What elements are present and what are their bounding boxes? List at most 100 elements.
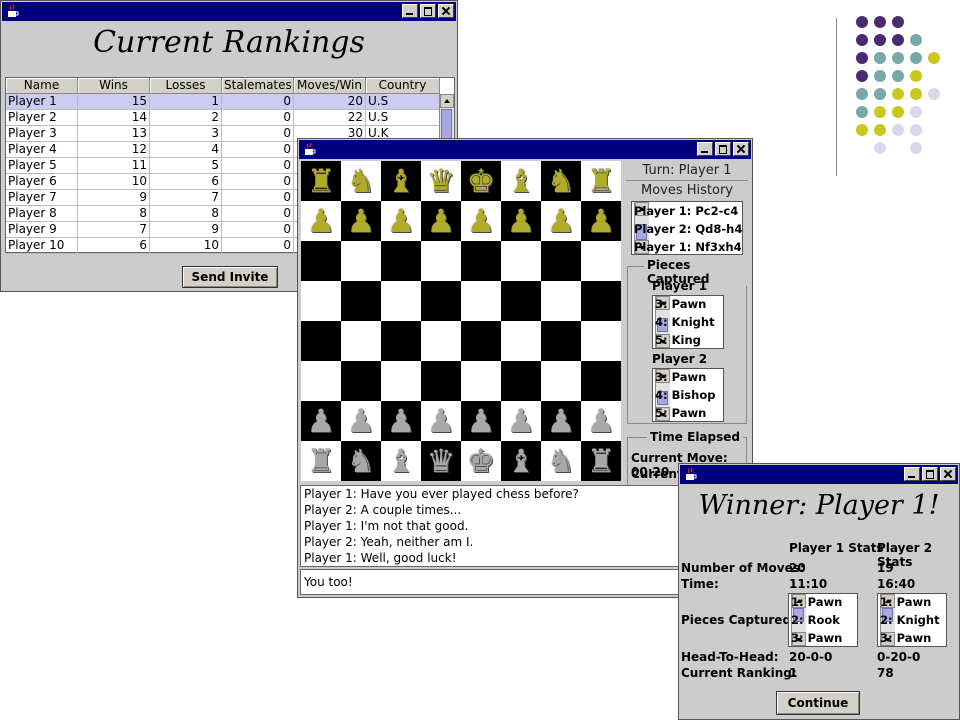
chess-board[interactable]: ♜ ♞ ♝ ♛ ♚ ♝ ♞ ♜ ♟ ♟ ♟ ♟ ♟ ♟ ♟ ♟ ♟ ♟ ♟ ♟ ♟ ♟ ♟ ♟ ♜ ♞ ♝ ♛ ♚ ♝ ♞ ♜ — [301, 161, 621, 481]
board-square[interactable] — [501, 361, 541, 401]
chess-piece-icon[interactable]: ♟ — [587, 401, 616, 441]
board-square[interactable]: ♞ — [541, 161, 581, 201]
list-item[interactable]: 1: Pawn — [791, 595, 842, 609]
board-square[interactable]: ♟ — [421, 201, 461, 241]
board-square[interactable] — [421, 321, 461, 361]
board-square[interactable]: ♟ — [461, 401, 501, 441]
list-item[interactable]: 4: Knight — [655, 315, 715, 329]
board-square[interactable]: ♛ — [421, 441, 461, 481]
board-square[interactable] — [541, 321, 581, 361]
board-square[interactable]: ♞ — [341, 161, 381, 201]
board-square[interactable] — [381, 241, 421, 281]
board-square[interactable] — [301, 321, 341, 361]
chess-piece-icon[interactable]: ♟ — [387, 401, 416, 441]
chess-piece-icon[interactable]: ♟ — [467, 201, 496, 241]
column-header[interactable]: Country — [366, 78, 440, 94]
maximize-button[interactable] — [420, 4, 436, 18]
move-entry[interactable]: Player 2: Qd8-h4 — [634, 222, 742, 236]
send-invite-button[interactable]: Send Invite — [182, 266, 278, 288]
column-header[interactable]: Losses — [150, 78, 222, 94]
board-square[interactable] — [341, 361, 381, 401]
chess-piece-icon[interactable]: ♟ — [547, 401, 576, 441]
board-square[interactable] — [461, 241, 501, 281]
board-square[interactable]: ♟ — [301, 401, 341, 441]
board-square[interactable] — [541, 361, 581, 401]
close-button[interactable] — [940, 467, 956, 481]
close-button[interactable] — [438, 4, 454, 18]
chess-piece-icon[interactable]: ♛ — [427, 441, 456, 481]
board-square[interactable] — [301, 281, 341, 321]
board-square[interactable] — [421, 361, 461, 401]
board-square[interactable]: ♝ — [501, 161, 541, 201]
board-square[interactable]: ♝ — [381, 161, 421, 201]
board-square[interactable]: ♟ — [461, 201, 501, 241]
column-header[interactable]: Stalemates — [222, 78, 294, 94]
board-square[interactable]: ♞ — [541, 441, 581, 481]
chess-piece-icon[interactable]: ♟ — [587, 201, 616, 241]
board-square[interactable]: ♟ — [421, 401, 461, 441]
board-square[interactable]: ♟ — [501, 401, 541, 441]
chess-piece-icon[interactable]: ♜ — [307, 161, 336, 201]
list-item[interactable]: 2: Knight — [880, 613, 940, 627]
minimize-button[interactable] — [904, 467, 920, 481]
board-square[interactable]: ♜ — [301, 441, 341, 481]
maximize-button[interactable] — [922, 467, 938, 481]
board-square[interactable] — [541, 241, 581, 281]
column-header[interactable]: Name — [6, 78, 78, 94]
list-item[interactable]: 3: Pawn — [791, 631, 842, 645]
board-square[interactable]: ♞ — [341, 441, 381, 481]
list-item[interactable]: 1: Pawn — [880, 595, 931, 609]
moves-history-list[interactable]: Player 1: Pc2-c4 Player 2: Qd8-h4 Player 1… — [631, 201, 743, 255]
chess-piece-icon[interactable]: ♝ — [387, 441, 416, 481]
chess-piece-icon[interactable]: ♞ — [347, 161, 376, 201]
board-square[interactable]: ♟ — [341, 401, 381, 441]
chess-piece-icon[interactable]: ♟ — [307, 201, 336, 241]
chess-piece-icon[interactable]: ♞ — [547, 441, 576, 481]
column-header[interactable]: Wins — [78, 78, 150, 94]
chess-piece-icon[interactable]: ♜ — [587, 161, 616, 201]
board-square[interactable]: ♛ — [421, 161, 461, 201]
board-square[interactable] — [341, 281, 381, 321]
table-row[interactable]: Player 2 14 2 0 22 U.S — [6, 110, 440, 126]
board-square[interactable] — [461, 321, 501, 361]
board-square[interactable] — [421, 241, 461, 281]
board-square[interactable]: ♟ — [581, 201, 621, 241]
game-titlebar[interactable] — [299, 140, 751, 159]
chess-piece-icon[interactable]: ♝ — [507, 161, 536, 201]
board-square[interactable]: ♟ — [381, 201, 421, 241]
chess-piece-icon[interactable]: ♛ — [427, 161, 456, 201]
minimize-button[interactable] — [697, 142, 713, 156]
chat-input[interactable]: You too! — [300, 569, 682, 595]
board-square[interactable] — [501, 241, 541, 281]
move-entry[interactable]: Player 1: Pc2-c4 — [634, 204, 738, 218]
board-square[interactable]: ♝ — [501, 441, 541, 481]
board-square[interactable] — [341, 241, 381, 281]
board-square[interactable] — [381, 281, 421, 321]
chess-piece-icon[interactable]: ♝ — [387, 161, 416, 201]
p1-captured-list[interactable]: 1: Pawn 2: Rook 3: Pawn — [788, 593, 858, 647]
p2-captured-list[interactable]: 1: Pawn 2: Knight 3: Pawn — [877, 593, 947, 647]
board-square[interactable]: ♜ — [581, 161, 621, 201]
board-square[interactable] — [581, 281, 621, 321]
chess-piece-icon[interactable]: ♞ — [547, 161, 576, 201]
chess-piece-icon[interactable]: ♚ — [467, 161, 496, 201]
board-square[interactable]: ♝ — [381, 441, 421, 481]
board-square[interactable] — [461, 281, 501, 321]
scroll-up-arrow-icon[interactable] — [440, 94, 454, 108]
maximize-button[interactable] — [715, 142, 731, 156]
chess-piece-icon[interactable]: ♟ — [547, 201, 576, 241]
board-square[interactable] — [501, 281, 541, 321]
list-item[interactable]: 3: Pawn — [655, 370, 706, 384]
rankings-titlebar[interactable] — [2, 2, 456, 21]
board-square[interactable] — [381, 361, 421, 401]
chess-piece-icon[interactable]: ♜ — [307, 441, 336, 481]
close-button[interactable] — [733, 142, 749, 156]
list-item[interactable]: 2: Rook — [791, 613, 840, 627]
player1-captured-list[interactable]: 3: Pawn 4: Knight 5: King — [652, 295, 724, 349]
list-item[interactable]: 3: Pawn — [880, 631, 931, 645]
board-square[interactable] — [581, 321, 621, 361]
board-square[interactable]: ♚ — [461, 441, 501, 481]
chess-piece-icon[interactable]: ♟ — [427, 201, 456, 241]
list-item[interactable]: 3: Pawn — [655, 297, 706, 311]
chess-piece-icon[interactable]: ♟ — [307, 401, 336, 441]
